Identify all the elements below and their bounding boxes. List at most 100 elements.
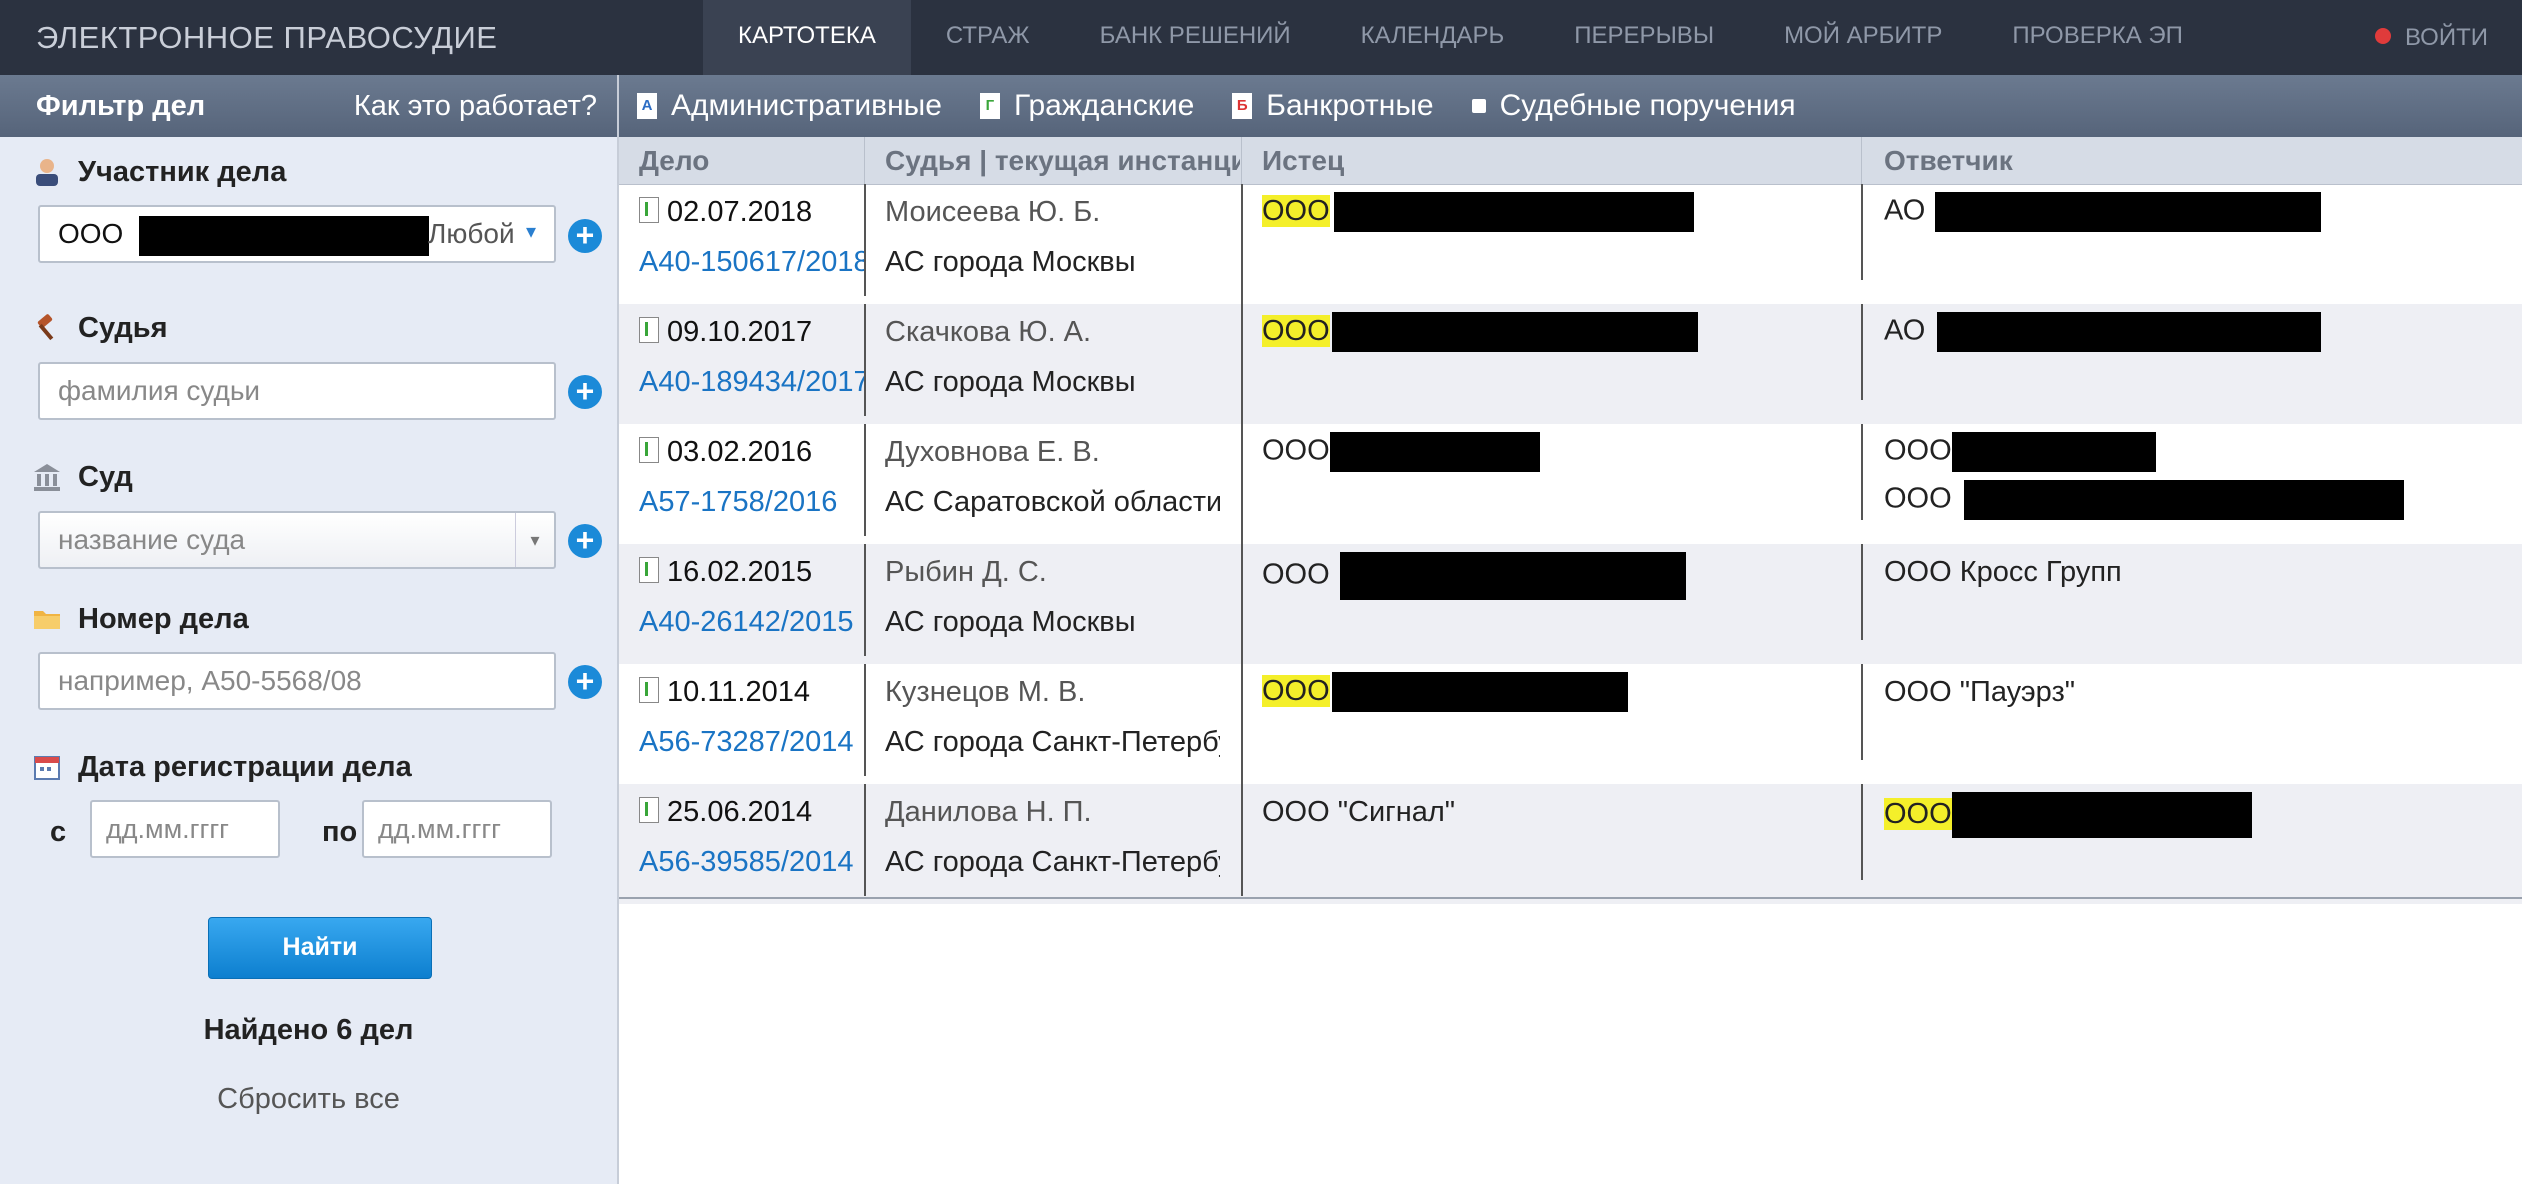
case-number-input[interactable]: например, А50-5568/08 <box>38 652 556 710</box>
judge-input[interactable]: фамилия судьи <box>38 362 556 420</box>
add-judge-button[interactable]: + <box>568 375 602 409</box>
column-divider <box>864 424 866 536</box>
participant-label: Участник дела <box>32 152 286 192</box>
table-row[interactable]: 03.02.2016 А57-1758/2016 Духовнова Е. В.… <box>619 424 2522 544</box>
login-dot-icon <box>2374 28 2391 44</box>
redaction-block <box>1329 432 1540 472</box>
case-number-link[interactable]: А56-39585/2014 <box>639 846 864 879</box>
tab-bankruptcy[interactable]: Б Банкротные <box>1232 89 1434 123</box>
case-date: 25.06.2014 <box>639 796 864 829</box>
defendant-name: ООО Кросс Групп <box>1884 556 2122 588</box>
defendant-name: ООО "Пауэрз" <box>1884 676 2076 708</box>
case-date: 16.02.2015 <box>639 556 864 589</box>
table-row[interactable]: 10.11.2014 А56-73287/2014 Кузнецов М. В.… <box>619 664 2522 784</box>
case-number-link[interactable]: А40-150617/2018 <box>639 246 864 279</box>
column-divider <box>1861 664 1863 760</box>
table-row[interactable]: 16.02.2015 А40-26142/2015 Рыбин Д. С. АС… <box>619 544 2522 664</box>
nav-kartoteka[interactable]: КАРТОТЕКА <box>703 0 911 75</box>
gavel-icon <box>37 314 54 341</box>
column-divider <box>864 664 866 776</box>
find-button[interactable]: Найти <box>208 917 432 979</box>
column-defendant[interactable]: Ответчик <box>1884 137 2484 184</box>
court-name: АС города Санкт-Петербурга <box>885 726 1220 758</box>
column-divider <box>1241 137 1242 184</box>
redaction-block <box>1935 192 2322 232</box>
participant-role-select[interactable]: Любой <box>428 207 515 261</box>
filter-title: Фильтр дел <box>36 90 206 122</box>
court-label: Суд <box>32 457 133 497</box>
court-name: АС города Москвы <box>885 246 1136 278</box>
case-date: 09.10.2017 <box>639 316 864 349</box>
column-divider <box>1241 784 1243 896</box>
defendant-name: АО <box>1884 312 2504 352</box>
case-number-label: Номер дела <box>32 599 249 639</box>
participant-input[interactable]: ООО Любой ▾ <box>38 205 556 263</box>
case-number-link[interactable]: А56-73287/2014 <box>639 726 864 759</box>
main-nav: КАРТОТЕКА СТРАЖ БАНК РЕШЕНИЙ КАЛЕНДАРЬ П… <box>703 0 2218 75</box>
column-case[interactable]: Дело <box>639 137 859 184</box>
court-building-icon <box>34 464 60 491</box>
nav-breaks[interactable]: ПЕРЕРЫВЫ <box>1539 0 1749 75</box>
how-it-works-link[interactable]: Как это работает? <box>354 75 597 137</box>
case-date: 03.02.2016 <box>639 436 864 469</box>
date-from-input[interactable]: дд.мм.гггг <box>90 800 280 858</box>
column-judge[interactable]: Судья | текущая инстанция <box>885 137 1240 184</box>
column-divider <box>1241 184 1243 304</box>
court-select[interactable]: название суда ▾ <box>38 511 556 569</box>
redaction-block <box>1331 672 1628 712</box>
administrative-doc-icon: А <box>637 93 657 119</box>
add-court-button[interactable]: + <box>568 524 602 558</box>
civil-case-icon <box>639 797 659 823</box>
column-divider <box>1861 424 1863 520</box>
redaction-block <box>139 215 430 256</box>
case-number-link[interactable]: А40-26142/2015 <box>639 606 864 639</box>
column-plaintiff[interactable]: Истец <box>1262 137 1862 184</box>
column-divider <box>1861 304 1863 400</box>
bankruptcy-doc-icon: Б <box>1232 93 1253 119</box>
tab-civil[interactable]: Г Гражданские <box>979 89 1194 123</box>
judge-name: Духовнова Е. В. <box>885 436 1100 468</box>
case-number-link[interactable]: А40-189434/2017 <box>639 366 864 399</box>
nav-calendar[interactable]: КАЛЕНДАРЬ <box>1326 0 1540 75</box>
login-link[interactable]: ВОЙТИ <box>2374 0 2488 75</box>
court-name: АС города Санкт-Петербурга <box>885 846 1220 878</box>
add-case-number-button[interactable]: + <box>568 665 602 699</box>
column-divider <box>864 137 865 184</box>
court-name: АС Саратовской области <box>885 486 1220 518</box>
plaintiff-name: ООО <box>1262 552 1852 600</box>
site-brand[interactable]: ЭЛЕКТРОННОЕ ПРАВОСУДИЕ <box>36 0 497 75</box>
table-row[interactable]: 09.10.2017 А40-189434/2017 Скачкова Ю. А… <box>619 304 2522 424</box>
redaction-block <box>1951 432 2156 472</box>
tab-administrative[interactable]: А Административные <box>637 89 942 123</box>
date-from-label: с <box>50 816 67 848</box>
judge-name: Кузнецов М. В. <box>885 676 1086 708</box>
calendar-icon <box>34 756 60 780</box>
plaintiff-name: ООО "Сигнал" <box>1262 796 1456 828</box>
column-divider <box>1861 137 1862 184</box>
registration-date-label: Дата регистрации дела <box>32 747 412 787</box>
defendant-name: ООО <box>1884 480 2504 520</box>
civil-doc-icon: Г <box>979 93 1000 119</box>
date-to-input[interactable]: дд.мм.гггг <box>362 800 552 858</box>
nav-bank-resheniy[interactable]: БАНК РЕШЕНИЙ <box>1065 0 1326 75</box>
nav-strazh[interactable]: СТРАЖ <box>911 0 1065 75</box>
table-row[interactable]: 25.06.2014 А56-39585/2014 Данилова Н. П.… <box>619 784 2522 904</box>
add-participant-button[interactable]: + <box>568 219 602 253</box>
person-icon <box>36 159 58 186</box>
column-divider <box>864 304 866 416</box>
judge-name: Данилова Н. П. <box>885 796 1092 828</box>
case-date: 02.07.2018 <box>639 196 864 229</box>
civil-case-icon <box>639 197 659 223</box>
case-number-link[interactable]: А57-1758/2016 <box>639 486 864 519</box>
reset-all-link[interactable]: Сбросить все <box>0 1083 617 1116</box>
redaction-block <box>1937 312 2322 352</box>
table-row[interactable]: 02.07.2018 А40-150617/2018 Моисеева Ю. Б… <box>619 184 2522 304</box>
column-divider <box>1861 544 1863 640</box>
judge-label: Судья <box>32 308 168 348</box>
nav-check-signature[interactable]: ПРОВЕРКА ЭП <box>1977 0 2218 75</box>
nav-moy-arbitr[interactable]: МОЙ АРБИТР <box>1749 0 1977 75</box>
filter-sidebar: Фильтр дел Как это работает? Участник де… <box>0 75 619 1184</box>
tab-court-orders[interactable]: Судебные поручения <box>1471 89 1796 123</box>
court-orders-square-icon <box>1471 99 1486 113</box>
judge-name: Рыбин Д. С. <box>885 556 1047 588</box>
